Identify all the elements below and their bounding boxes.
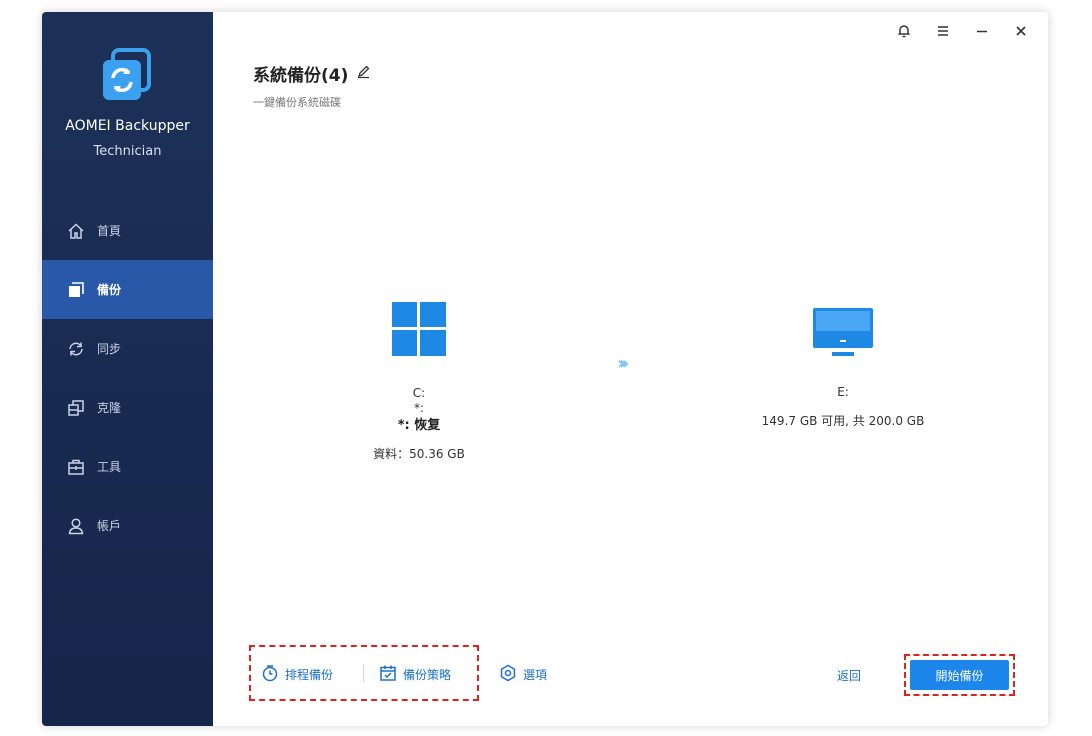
back-link[interactable]: 返回 xyxy=(837,667,861,684)
sidebar-item-account[interactable]: 帳戶 xyxy=(42,496,213,555)
sidebar-item-clone[interactable]: 克隆 xyxy=(42,378,213,437)
source-partition: *: xyxy=(413,401,425,415)
tools-icon xyxy=(65,456,87,478)
close-icon[interactable] xyxy=(1001,18,1040,44)
minimize-icon[interactable] xyxy=(962,18,1001,44)
clone-icon xyxy=(65,397,87,419)
options-gear-icon xyxy=(499,664,517,685)
monitor-icon xyxy=(812,308,874,360)
sidebar-item-label: 帳戶 xyxy=(97,519,122,533)
source-drive: C: xyxy=(412,386,426,400)
window-controls xyxy=(884,18,1040,44)
destination-drive: E: xyxy=(837,385,849,399)
sidebar-item-label: 同步 xyxy=(97,342,122,356)
menu-icon[interactable] xyxy=(923,18,962,44)
edit-pencil-icon[interactable] xyxy=(356,64,371,84)
sidebar-item-label: 備份 xyxy=(97,283,122,297)
stopwatch-icon xyxy=(261,664,279,685)
source-recovery-partition: *: 恢复 xyxy=(397,418,441,433)
notification-bell-icon[interactable] xyxy=(884,18,923,44)
footer-toolbar: 排程備份 備份策略 選項 返回 開始備份 xyxy=(213,642,1048,702)
app-name: AOMEI Backupper xyxy=(65,118,190,134)
sync-icon xyxy=(65,338,87,360)
sidebar-item-home[interactable]: 首頁 xyxy=(42,201,213,260)
options-label: 選項 xyxy=(523,668,548,682)
backup-source[interactable]: C: *: *: 恢复 資料：50.36 GB xyxy=(353,302,485,462)
sidebar-item-label: 首頁 xyxy=(97,224,122,238)
app-logo-icon xyxy=(97,48,157,108)
sidebar: AOMEI Backupper Technician 首頁 備份 同步 克隆 工… xyxy=(42,12,213,726)
account-icon xyxy=(65,515,87,537)
start-highlight-box: 開始備份 xyxy=(904,654,1015,696)
main-panel: 系統備份(4) 一鍵備份系統磁碟 C: *: *: 恢复 資料：50.36 GB… xyxy=(213,12,1048,726)
destination-capacity: 149.7 GB 可用, 共 200.0 GB xyxy=(761,414,925,428)
page-title: 系統備份(4) xyxy=(253,61,371,86)
options-button[interactable]: 選項 xyxy=(499,664,547,685)
start-backup-button[interactable]: 開始備份 xyxy=(910,660,1009,690)
toolbar-separator xyxy=(363,664,364,682)
backup-scheme-button[interactable]: 備份策略 xyxy=(379,664,451,685)
backup-scheme-label: 備份策略 xyxy=(403,668,452,682)
schedule-backup-label: 排程備份 xyxy=(285,668,334,682)
backup-icon xyxy=(65,279,87,301)
calendar-check-icon xyxy=(379,664,397,685)
app-window: AOMEI Backupper Technician 首頁 備份 同步 克隆 工… xyxy=(42,12,1048,726)
sidebar-nav: 首頁 備份 同步 克隆 工具 帳戶 xyxy=(42,201,213,555)
sidebar-item-label: 工具 xyxy=(97,460,122,474)
sidebar-item-tools[interactable]: 工具 xyxy=(42,437,213,496)
home-icon xyxy=(65,220,87,242)
sidebar-item-sync[interactable]: 同步 xyxy=(42,319,213,378)
source-data-size: 資料：50.36 GB xyxy=(373,447,465,461)
app-edition: Technician xyxy=(93,144,162,159)
page-subtitle: 一鍵備份系統磁碟 xyxy=(253,96,341,109)
sidebar-item-backup[interactable]: 備份 xyxy=(42,260,213,319)
page-title-text: 系統備份(4) xyxy=(253,66,349,86)
sidebar-item-label: 克隆 xyxy=(97,401,122,415)
schedule-backup-button[interactable]: 排程備份 xyxy=(261,664,333,685)
direction-arrows-icon: ››› xyxy=(617,353,629,374)
backup-destination[interactable]: E: 149.7 GB 可用, 共 200.0 GB xyxy=(743,308,943,429)
windows-logo-icon xyxy=(392,302,446,356)
